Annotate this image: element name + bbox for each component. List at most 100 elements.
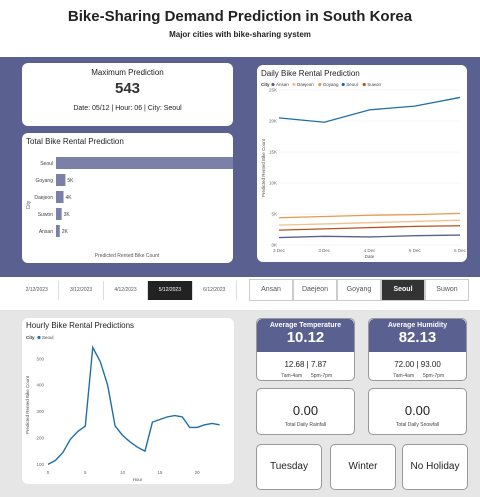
series-line-ansan xyxy=(278,234,461,239)
daily-x-axis-label: Date xyxy=(365,254,375,259)
bar-x-axis-label: Predicted Rented Bike Count xyxy=(95,253,160,259)
bar-value-label: 2K xyxy=(62,229,69,235)
legend-label: Daejeon xyxy=(297,82,314,87)
series-line-seoul xyxy=(278,96,461,123)
temperature-range: 12.68 | 7.87 xyxy=(284,360,327,369)
date-tab[interactable]: 6/12/2023 xyxy=(192,281,237,300)
city-tab[interactable]: Seoul xyxy=(381,279,425,301)
x-tick-label: 6 Dec xyxy=(454,248,467,253)
y-tick-label: 200 xyxy=(36,435,44,440)
temperature-title: Average Temperature xyxy=(269,322,342,329)
max-prediction-value: 543 xyxy=(114,80,141,97)
date-tab[interactable]: 4/12/2023 xyxy=(103,281,149,300)
legend-label: Seoul xyxy=(346,82,358,87)
date-tab[interactable]: 3/12/2023 xyxy=(59,281,104,300)
temperature-card: Average Temperature 10.12 12.68 | 7.87 7… xyxy=(256,318,355,381)
daily-rental-card: Daily Bike Rental Prediction City Ansan Da… xyxy=(257,65,467,262)
humidity-header: Average Humidity 82.13 xyxy=(369,319,466,352)
humidity-range: 72.00 | 93.00 xyxy=(394,360,441,369)
daily-legend-title: City xyxy=(261,82,270,87)
bar xyxy=(56,191,64,203)
date-slicer: 2/12/2023 3/12/2023 4/12/2023 5/12/2023 6/12… xyxy=(15,281,237,300)
legend-marker xyxy=(341,82,345,87)
humidity-sub2: 5pm-7pm xyxy=(423,373,445,379)
holiday-label: No Holiday xyxy=(410,461,460,472)
season-label: Winter xyxy=(348,461,378,472)
bar-category-label: Ansan xyxy=(39,229,53,235)
y-tick-label: 20K xyxy=(269,119,277,124)
city-tab[interactable]: Goyang xyxy=(337,279,381,301)
temperature-value: 10.12 xyxy=(286,329,325,346)
city-tab[interactable]: Ansan xyxy=(249,279,293,301)
legend-marker xyxy=(271,82,275,87)
y-tick-label: 500 xyxy=(36,356,44,361)
rainfall-value: 0.00 xyxy=(292,403,319,418)
bar-category-label: Suwon xyxy=(38,212,54,218)
dashboard-header: Bike-Sharing Demand Prediction in South … xyxy=(0,0,480,57)
y-tick-label: 25K xyxy=(269,88,277,93)
series-line-daejeon xyxy=(278,219,461,226)
rainfall-card: 0.00 Total Daily Rainfall xyxy=(256,388,355,435)
y-tick-label: 5K xyxy=(271,212,277,217)
date-tab[interactable]: 2/12/2023 xyxy=(15,281,60,300)
legend-label: Goyang xyxy=(323,82,339,87)
total-rental-bar-chart: CitySeoul99KGoyang5KDaejeon4KSuwon3KAnsa… xyxy=(26,157,233,259)
snowfall-card: 0.00 Total Daily Snowfall xyxy=(368,388,467,435)
date-tab[interactable]: 5/12/2023 xyxy=(148,281,193,300)
bar-value-label: 3K xyxy=(64,212,71,218)
y-tick-label: 300 xyxy=(36,409,44,414)
x-tick-label: 3 Dec xyxy=(318,248,331,253)
series-line-suwon xyxy=(278,225,461,231)
legend-marker xyxy=(37,335,41,340)
hourly-legend-title: City xyxy=(26,335,35,340)
x-tick-label: 5 Dec xyxy=(409,248,422,253)
bar-category-label: Daejeon xyxy=(34,195,53,201)
legend-marker xyxy=(362,82,366,87)
y-tick-label: 400 xyxy=(36,383,44,388)
x-tick-label: 4 Dec xyxy=(364,248,377,253)
holiday-card: No Holiday xyxy=(402,444,468,490)
bar-value-label: 4K xyxy=(66,195,73,201)
series-line-seoul xyxy=(47,345,220,465)
bar-category-label: Goyang xyxy=(35,178,53,184)
bar-value-label: 5K xyxy=(67,178,74,184)
max-prediction-title: Maximum Prediction xyxy=(91,68,164,77)
humidity-sub1: 7am-4am xyxy=(393,373,415,379)
bar-category-label: Seoul xyxy=(40,161,53,167)
legend-label: Suwon xyxy=(367,82,381,87)
season-card: Winter xyxy=(330,444,396,490)
x-tick-label: 5 xyxy=(84,470,87,475)
hourly-rental-card: Hourly Bike Rental Predictions City Seoul… xyxy=(22,318,234,484)
snowfall-label: Total Daily Snowfall xyxy=(395,422,440,428)
max-prediction-card: Maximum Prediction 543 Date: 05/12 | Hou… xyxy=(22,63,233,126)
temperature-sub1: 7am-4am xyxy=(281,373,303,379)
x-tick-label: 10 xyxy=(120,470,126,475)
city-slicer: Ansan Daejeon Goyang Seoul Suwon xyxy=(249,279,469,301)
x-tick-label: 20 xyxy=(195,470,201,475)
legend-label: Seoul xyxy=(42,335,54,340)
legend-marker xyxy=(292,82,296,87)
x-tick-label: 0 xyxy=(47,470,50,475)
humidity-value: 82.13 xyxy=(398,329,437,346)
humidity-title: Average Humidity xyxy=(387,322,448,329)
x-tick-label: 2 Dec xyxy=(273,248,286,253)
daily-y-axis-label: Predicted Rented Bike Count xyxy=(261,138,266,197)
bar xyxy=(56,225,60,237)
day-label: Tuesday xyxy=(270,461,308,472)
snowfall-value: 0.00 xyxy=(404,403,431,418)
total-rental-card: Total Bike Rental Prediction CitySeoul99… xyxy=(22,133,233,263)
temperature-sub2: 5pm-7pm xyxy=(311,373,333,379)
rainfall-label: Total Daily Rainfall xyxy=(284,422,327,428)
hourly-rental-line-chart: City SeoulPredicted Rented Bike Count1002… xyxy=(25,335,220,482)
city-tab[interactable]: Suwon xyxy=(425,279,469,301)
page-title: Bike-Sharing Demand Prediction in South … xyxy=(67,8,413,25)
day-card: Tuesday xyxy=(256,444,322,490)
bar xyxy=(56,174,66,186)
daily-rental-line-chart: City Ansan Daejeon Goyang Seoul Suwon Predicte… xyxy=(261,82,467,259)
bar xyxy=(56,208,62,220)
y-tick-label: 100 xyxy=(36,462,44,467)
legend-marker xyxy=(318,82,322,87)
city-tab[interactable]: Daejeon xyxy=(293,279,337,301)
page-subtitle: Major cities with bike-sharing system xyxy=(169,30,311,39)
max-prediction-detail: Date: 05/12 | Hour: 06 | City: Seoul xyxy=(73,105,182,112)
